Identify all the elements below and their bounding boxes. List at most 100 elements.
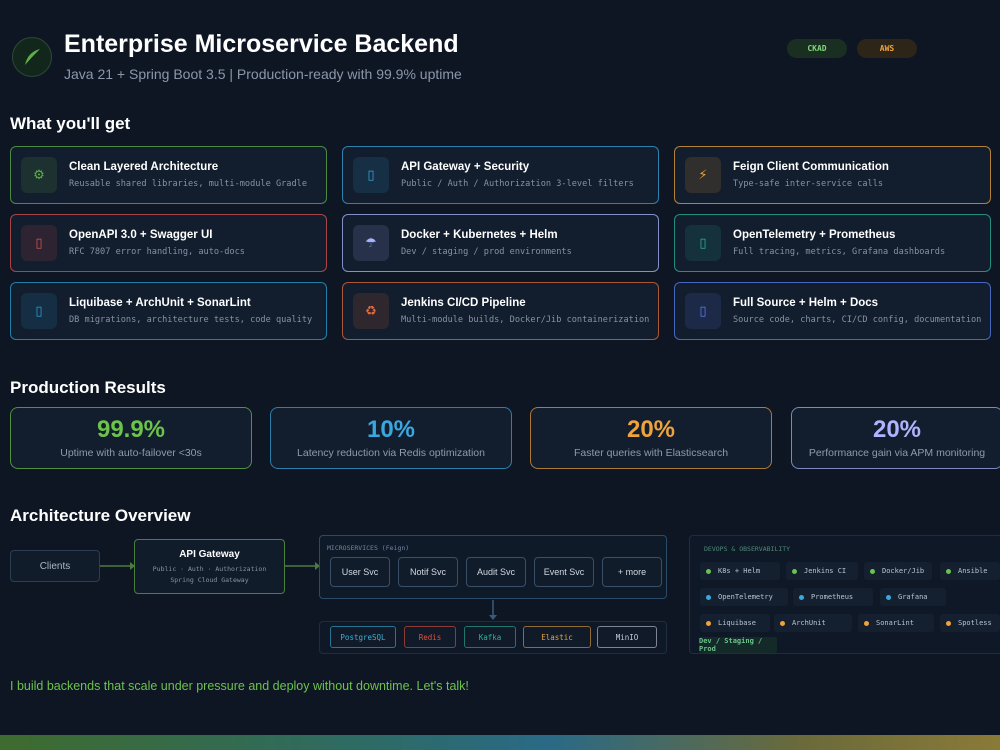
feature-description: Source code, charts, CI/CD config, docum… [733, 315, 982, 325]
devops-tag-label: Prometheus [811, 593, 854, 601]
feature-card: ☂ Docker + Kubernetes + Helm Dev / staging… [342, 214, 659, 272]
package-icon: ▯ [685, 293, 721, 329]
datastore-node: Kafka [464, 626, 516, 648]
devops-tag: Spotless [940, 614, 1000, 632]
results-heading: Production Results [10, 378, 166, 397]
status-dot-icon [706, 594, 711, 600]
result-value: 10% [366, 416, 416, 443]
feature-description: Type-safe inter-service calls [733, 179, 884, 189]
devops-tag: Grafana [880, 588, 946, 606]
microservices-label: MICROSERVICES (Feign) [327, 544, 410, 552]
status-dot-icon [886, 594, 891, 600]
status-dot-icon [799, 594, 804, 600]
status-dot-icon [780, 620, 785, 626]
feature-title: Clean Layered Architecture [69, 161, 219, 173]
feature-description: Public / Auth / Authorization 3-level fi… [401, 179, 634, 189]
feature-title: Jenkins CI/CD Pipeline [401, 297, 526, 309]
result-label: Faster queries with Elasticsearch [573, 447, 729, 459]
feature-title: OpenAPI 3.0 + Swagger UI [69, 229, 213, 241]
result-value: 20% [626, 416, 676, 443]
feature-title: API Gateway + Security [401, 161, 530, 173]
badge-ckad: CKAD [787, 39, 847, 58]
features-heading: What you'll get [10, 114, 131, 133]
feature-card: ▯ OpenAPI 3.0 + Swagger UI RFC 7807 error … [10, 214, 327, 272]
feature-card: ⚙ Clean Layered Architecture Reusable shar… [10, 146, 327, 204]
feature-description: Full tracing, metrics, Grafana dashboard… [733, 247, 946, 257]
status-dot-icon [706, 620, 711, 626]
status-dot-icon [870, 568, 875, 574]
result-card: 99.9% Uptime with auto-failover <30s [10, 407, 252, 469]
status-dot-icon [706, 568, 711, 574]
status-dot-icon [946, 620, 951, 626]
document-icon: ▯ [21, 225, 57, 261]
status-dot-icon [792, 568, 797, 574]
result-card: 20% Faster queries with Elasticsearch [530, 407, 772, 469]
devops-tag: Ansible [940, 562, 1000, 580]
devops-tag-label: K8s + Helm [718, 567, 761, 575]
result-value: 99.9% [96, 416, 166, 443]
devops-tag: K8s + Helm [700, 562, 780, 580]
devops-tag: Liquibase [700, 614, 770, 632]
result-card: 20% Performance gain via APM monitoring [791, 407, 1000, 469]
feature-card: ⚡ Feign Client Communication Type-safe int… [674, 146, 991, 204]
api-gateway-filters: Public · Auth · Authorization [152, 565, 267, 573]
devops-label: DEVOPS & OBSERVABILITY [704, 545, 791, 553]
devops-tag-label: Grafana [898, 593, 928, 601]
result-card: 10% Latency reduction via Redis optimizat… [270, 407, 512, 469]
api-gateway-impl: Spring Cloud Gateway [170, 576, 249, 584]
datastore-node: Elastic [523, 626, 591, 648]
architecture-heading: Architecture Overview [10, 506, 191, 525]
devops-tag: Jenkins CI [786, 562, 858, 580]
feature-title: Docker + Kubernetes + Helm [401, 229, 558, 241]
leaf-icon [12, 37, 52, 77]
feature-card: ▯ API Gateway + Security Public / Auth / A… [342, 146, 659, 204]
cloud-icon: ☂ [353, 225, 389, 261]
devops-tag-label: Liquibase [718, 619, 756, 627]
bottom-gradient-bar [0, 735, 1000, 750]
recycle-icon: ♻ [353, 293, 389, 329]
lightning-icon: ⚡ [685, 157, 721, 193]
devops-tag-label: Docker/Jib [882, 567, 925, 575]
api-gateway-title: API Gateway [179, 549, 240, 560]
devops-tag: ArchUnit [774, 614, 852, 632]
result-label: Latency reduction via Redis optimization [297, 447, 485, 459]
feature-title: Liquibase + ArchUnit + SonarLint [69, 297, 251, 309]
environment-label: Dev / Staging / Prod [699, 637, 777, 653]
page-subtitle: Java 21 + Spring Boot 3.5 | Production-r… [64, 66, 462, 82]
feature-description: DB migrations, architecture tests, code … [69, 315, 313, 325]
service-node: Audit Svc [466, 557, 526, 587]
result-value: 20% [872, 416, 922, 443]
feature-card: ♻ Jenkins CI/CD Pipeline Multi-module buil… [342, 282, 659, 340]
devops-tag-label: ArchUnit [792, 619, 826, 627]
result-label: Performance gain via APM monitoring [808, 447, 986, 459]
feature-card: ▯ Liquibase + ArchUnit + SonarLint DB migr… [10, 282, 327, 340]
feature-title: Full Source + Helm + Docs [733, 297, 879, 309]
badge-aws: AWS [857, 39, 917, 58]
feature-title: OpenTelemetry + Prometheus [733, 229, 896, 241]
devops-tag: Docker/Jib [864, 562, 932, 580]
datastore-node: MinIO [597, 626, 657, 648]
gear-icon: ⚙ [21, 157, 57, 193]
feature-card: ▯ OpenTelemetry + Prometheus Full tracing,… [674, 214, 991, 272]
feature-card: ▯ Full Source + Helm + Docs Source code, c… [674, 282, 991, 340]
datastore-node: Redis [404, 626, 456, 648]
result-label: Uptime with auto-failover <30s [60, 447, 202, 459]
service-node: Event Svc [534, 557, 594, 587]
feature-description: Dev / staging / prod environments [401, 247, 572, 257]
chart-icon: ▯ [685, 225, 721, 261]
datastore-node: PostgreSQL [330, 626, 396, 648]
status-dot-icon [946, 568, 951, 574]
call-to-action: I build backends that scale under pressu… [10, 679, 469, 693]
devops-tag-label: Jenkins CI [804, 567, 847, 575]
service-node: User Svc [330, 557, 390, 587]
devops-tag-label: OpenTelemetry [718, 593, 773, 601]
feature-description: Multi-module builds, Docker/Jib containe… [401, 315, 650, 325]
feature-title: Feign Client Communication [733, 161, 889, 173]
clients-node: Clients [10, 550, 100, 582]
shield-icon: ▯ [353, 157, 389, 193]
database-icon: ▯ [21, 293, 57, 329]
feature-description: Reusable shared libraries, multi-module … [69, 179, 307, 189]
service-node: Notif Svc [398, 557, 458, 587]
devops-tag-label: Spotless [958, 619, 992, 627]
devops-tag: SonarLint [858, 614, 934, 632]
